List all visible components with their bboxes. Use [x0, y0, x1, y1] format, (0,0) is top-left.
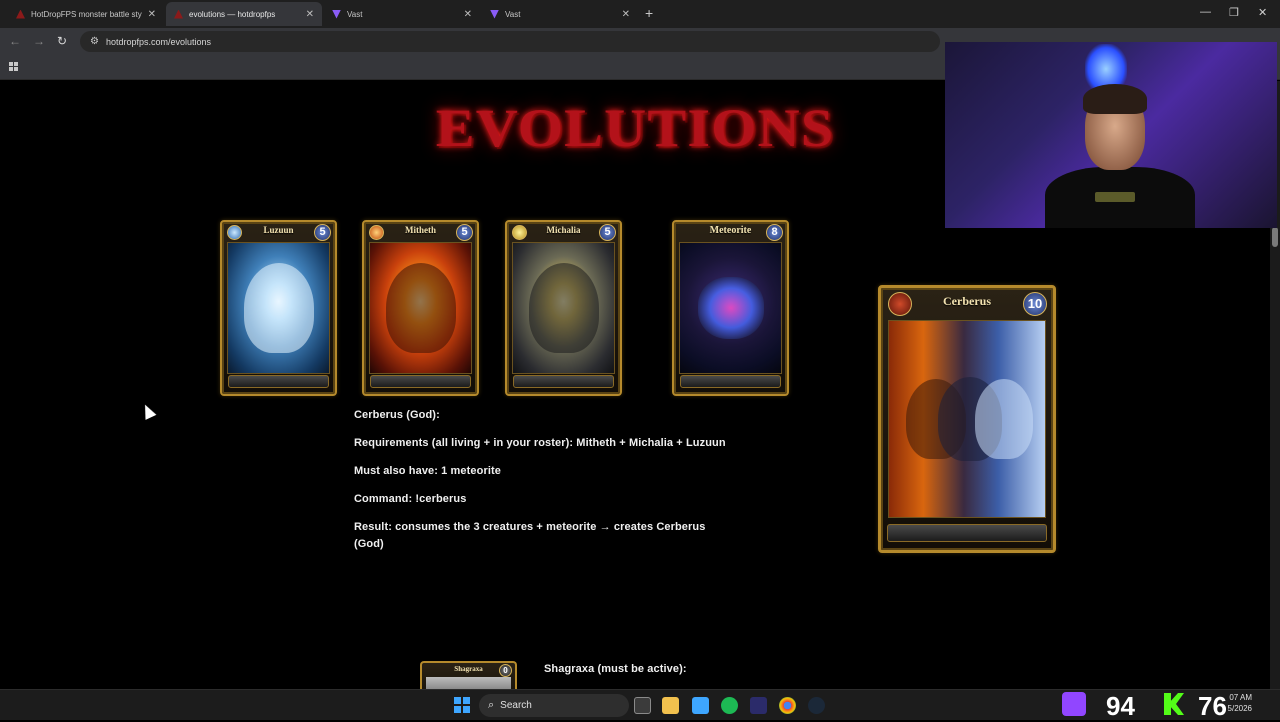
close-icon[interactable]: ✕: [306, 9, 314, 20]
taskbar-search-label: Search: [500, 700, 532, 711]
vast-favicon-icon: [332, 9, 341, 19]
tab-evolutions[interactable]: evolutions — hotdropfps ✕: [166, 2, 322, 26]
taskbar-search-box[interactable]: ⌕ Search: [479, 694, 629, 717]
clock-time: 07 AM: [1229, 693, 1252, 702]
tab-strip: HotDropFPS monster battle sty ✕ evolutio…: [0, 0, 1280, 28]
system-clock[interactable]: 07 AM 5/2026: [1228, 692, 1252, 714]
card-cost: 8: [766, 224, 783, 241]
wolf-storm-art: [512, 242, 615, 374]
meteorite-art: [679, 242, 782, 374]
windows-start-icon[interactable]: [454, 697, 470, 713]
vast-favicon-icon: [490, 9, 499, 19]
search-icon: ⌕: [488, 699, 495, 711]
card-luzuun[interactable]: Luzuun 5: [220, 220, 337, 396]
card-cost: 5: [599, 224, 616, 241]
page-title: EVOLUTIONS: [435, 98, 835, 158]
tab-hotdropfps-battle[interactable]: HotDropFPS monster battle sty ✕: [8, 2, 164, 26]
card-name-plate: [513, 375, 614, 388]
steam-icon[interactable]: [808, 697, 825, 714]
card-michalia[interactable]: Michalia 5: [505, 220, 622, 396]
tab-vast-2[interactable]: Vast ✕: [482, 2, 638, 26]
minimize-icon[interactable]: —: [1200, 6, 1211, 18]
evolution-result: Result: consumes the 3 creatures + meteo…: [354, 521, 706, 550]
clock-date: 5/2026: [1227, 704, 1252, 713]
forward-arrow-icon[interactable]: →: [33, 34, 45, 48]
tab-vast-1[interactable]: Vast ✕: [324, 2, 480, 26]
card-name-plate: [887, 524, 1047, 542]
tab-title: Vast: [347, 9, 363, 19]
evolution-header: Cerberus (God):: [354, 409, 440, 421]
apps-grid-icon[interactable]: [9, 62, 18, 71]
tab-title: evolutions — hotdropfps: [189, 9, 276, 19]
file-explorer-icon[interactable]: [662, 697, 679, 714]
hotdropfps-favicon-icon: [174, 9, 183, 19]
hud-fx-icon[interactable]: [750, 697, 767, 714]
shirt-print: [1095, 192, 1135, 202]
card-cost: 0: [499, 664, 512, 677]
twitch-counter: 94: [1106, 691, 1135, 721]
card-name-plate: [228, 375, 329, 388]
evolution-must-have: Must also have: 1 meteorite: [354, 465, 501, 477]
wolf-fire-art: [369, 242, 472, 374]
wolf-ice-art: [227, 242, 330, 374]
evolution-requirements: Requirements (all living + in your roste…: [354, 437, 726, 449]
card-cost: 10: [1023, 292, 1047, 316]
webcam-overlay: [945, 42, 1277, 228]
evolution-command: Command: !cerberus: [354, 493, 467, 505]
close-icon[interactable]: ✕: [622, 9, 630, 20]
hotdropfps-favicon-icon: [16, 9, 25, 19]
card-cost: 5: [456, 224, 473, 241]
cerberus-art: [888, 320, 1046, 518]
streamer-hair: [1083, 84, 1147, 114]
kick-counter: 76: [1198, 691, 1227, 721]
window-close-icon[interactable]: ✕: [1258, 6, 1267, 19]
restore-icon[interactable]: ❐: [1229, 6, 1239, 19]
card-cerberus[interactable]: Cerberus 10: [878, 285, 1056, 553]
card-mitheth[interactable]: Mitheth 5: [362, 220, 479, 396]
card-shagraxa[interactable]: Shagraxa 0: [420, 661, 517, 691]
back-arrow-icon[interactable]: ←: [9, 34, 21, 48]
close-icon[interactable]: ✕: [464, 9, 472, 20]
url-text[interactable]: hotdropfps.com/evolutions: [106, 37, 211, 47]
card-cost: 5: [314, 224, 331, 241]
close-icon[interactable]: ✕: [148, 9, 156, 20]
card-name-plate: [680, 375, 781, 388]
new-tab-button[interactable]: +: [645, 5, 653, 21]
notepad-icon[interactable]: [692, 697, 709, 714]
address-bar[interactable]: ⚙ hotdropfps.com/evolutions: [80, 31, 940, 52]
task-view-icon[interactable]: [634, 697, 651, 714]
next-evolution-header: Shagraxa (must be active):: [544, 663, 687, 675]
reload-icon[interactable]: ↻: [57, 34, 67, 48]
windows-taskbar: ⌕ Search: [0, 689, 1280, 720]
tab-title: HotDropFPS monster battle sty: [31, 9, 142, 19]
site-info-icon[interactable]: ⚙: [90, 36, 99, 47]
card-name-plate: [370, 375, 471, 388]
card-meteorite[interactable]: Meteorite 8: [672, 220, 789, 396]
scrollbar-thumb[interactable]: [1272, 227, 1278, 247]
spotify-icon[interactable]: [721, 697, 738, 714]
chrome-icon[interactable]: [779, 697, 796, 714]
twitch-icon: [1062, 692, 1086, 716]
tab-title: Vast: [505, 9, 521, 19]
